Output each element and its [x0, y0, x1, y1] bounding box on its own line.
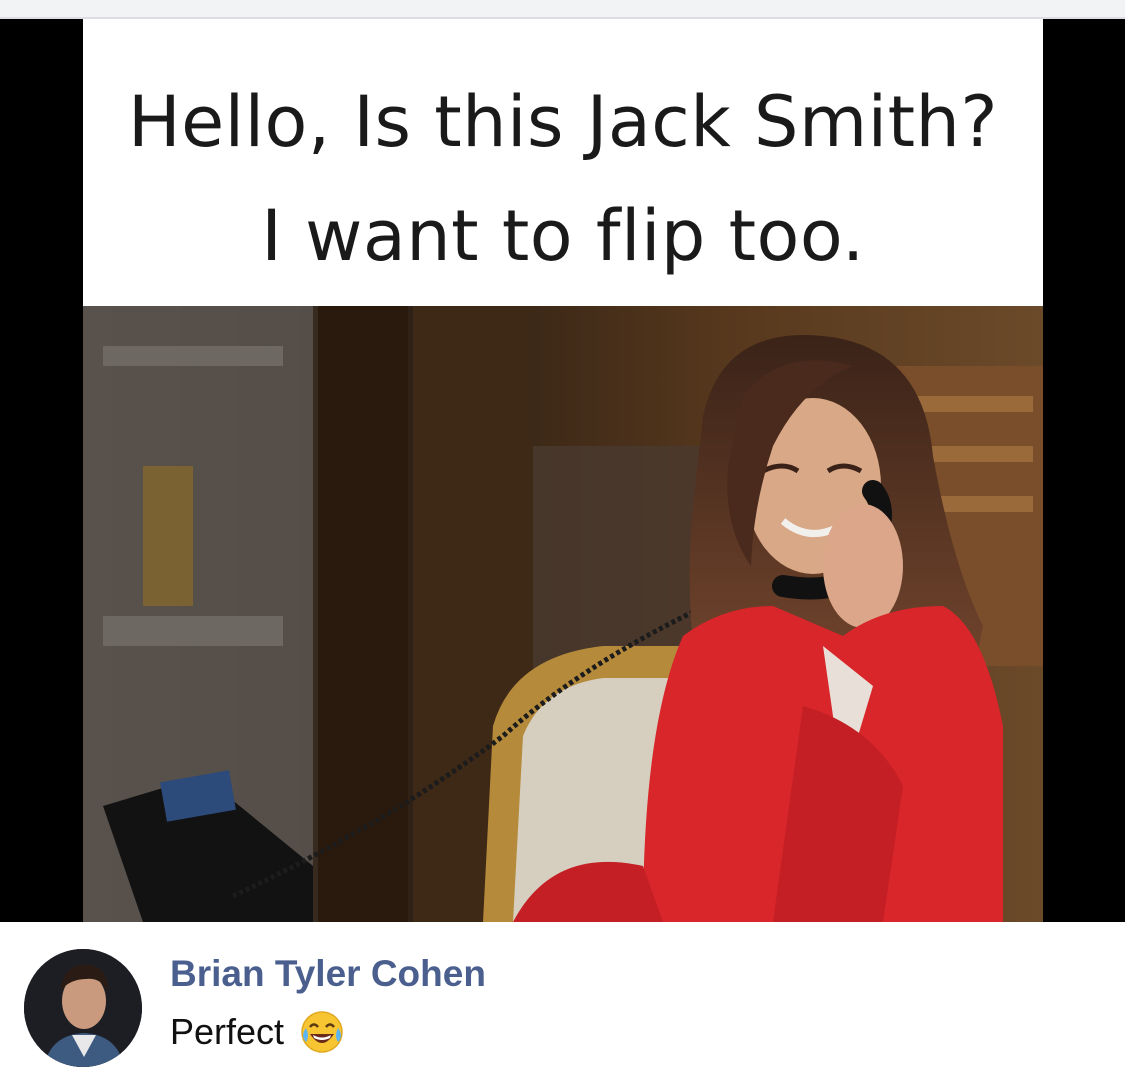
post-image-container[interactable]: Hello, Is this Jack Smith? I want to fli…	[0, 19, 1125, 922]
meme-caption-line-2: I want to flip too.	[261, 195, 865, 277]
comment-row: Brian Tyler Cohen Perfect	[0, 922, 1125, 1072]
top-divider-strip	[0, 0, 1125, 19]
meme-photo	[83, 306, 1043, 922]
meme-caption: Hello, Is this Jack Smith? I want to fli…	[83, 19, 1043, 306]
face-with-tears-of-joy-icon	[298, 1008, 346, 1056]
comment-text: Perfect	[170, 1008, 346, 1056]
meme-image[interactable]: Hello, Is this Jack Smith? I want to fli…	[83, 19, 1043, 922]
comment-text-label: Perfect	[170, 1011, 285, 1052]
meme-caption-line-1: Hello, Is this Jack Smith?	[127, 81, 999, 163]
comment-author-link[interactable]: Brian Tyler Cohen	[170, 953, 486, 995]
avatar[interactable]	[24, 949, 142, 1067]
